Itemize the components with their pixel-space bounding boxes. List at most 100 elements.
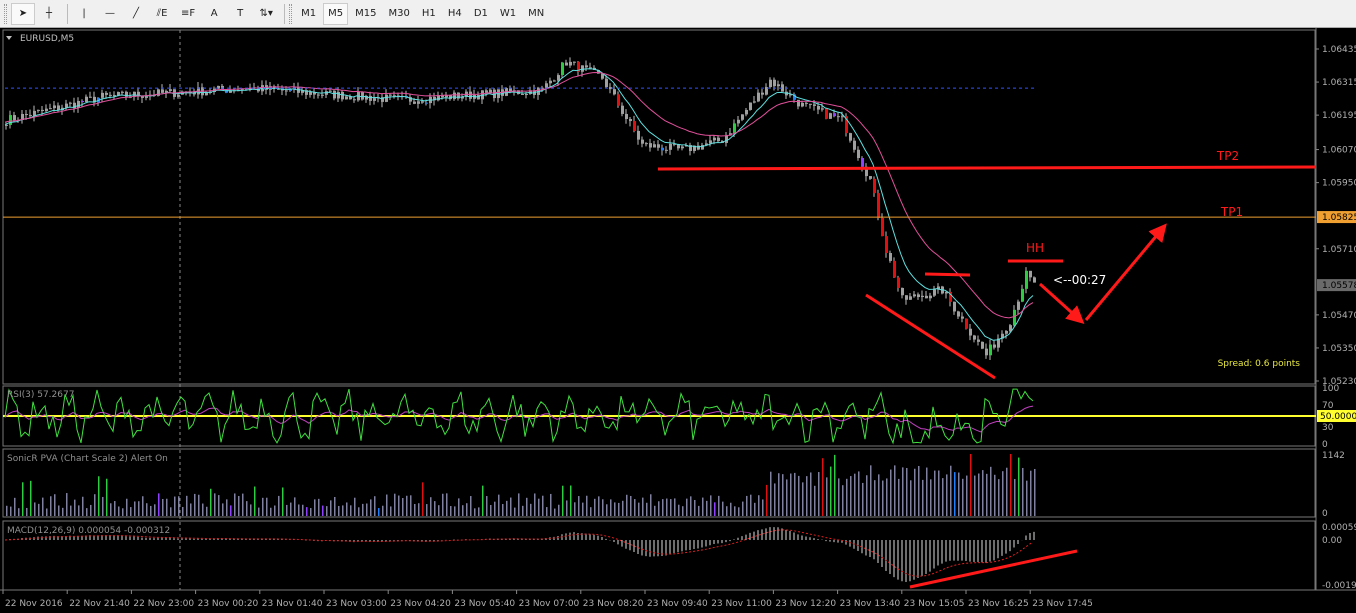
- candle-body: [921, 295, 924, 298]
- volume-bar: [918, 465, 920, 516]
- volume-bar: [782, 474, 784, 516]
- candle-body: [857, 149, 860, 159]
- candle-body: [817, 105, 820, 110]
- collapse-triangle-icon[interactable]: [6, 36, 12, 40]
- toolbar-grip[interactable]: [289, 3, 293, 24]
- volume-bar: [798, 475, 800, 516]
- macd-pane[interactable]: [2, 520, 1316, 591]
- candle-body: [85, 96, 88, 103]
- candle-body: [161, 89, 164, 93]
- chart-canvas[interactable]: TP2 TP1 HH <--00:27 Spread: 0.6 points 1.0643…: [0, 28, 1356, 613]
- volume-bar: [854, 473, 856, 516]
- toolbar-grip[interactable]: [4, 3, 7, 24]
- candle: [637, 125, 640, 145]
- candles: [5, 57, 1036, 360]
- time-tick-label: 23 Nov 00:20: [198, 599, 259, 609]
- candle-body: [733, 123, 736, 134]
- volume-bar: [630, 495, 632, 516]
- cursor-icon[interactable]: ➤: [11, 2, 35, 25]
- timeframe-m5-button[interactable]: M5: [323, 2, 349, 25]
- arrows-icon[interactable]: ⇅▾: [254, 3, 278, 25]
- trendline-icon[interactable]: ╱: [124, 3, 148, 25]
- volume-bar: [6, 505, 8, 516]
- candle: [753, 96, 756, 104]
- candle-body: [1005, 330, 1008, 334]
- candle-body: [41, 109, 44, 111]
- timeframe-m1-button[interactable]: M1: [296, 3, 321, 25]
- candle: [889, 250, 892, 263]
- timeframe-w1-button[interactable]: W1: [495, 3, 521, 25]
- fibonacci-icon[interactable]: ≡F: [176, 3, 200, 25]
- time-tick-label: 23 Nov 16:25: [968, 599, 1029, 609]
- candle: [577, 60, 580, 77]
- timeframe-d1-button[interactable]: D1: [469, 3, 493, 25]
- candle-body: [469, 91, 472, 99]
- price-tick-label: 1.05350: [1322, 344, 1356, 354]
- candle: [113, 91, 116, 100]
- candle-body: [1017, 301, 1020, 310]
- candle: [417, 95, 420, 109]
- candle-body: [569, 61, 572, 66]
- candle: [457, 92, 460, 101]
- volume-bar: [706, 500, 708, 516]
- candle: [873, 176, 876, 197]
- candle-body: [897, 277, 900, 288]
- volume-bar: [806, 476, 808, 516]
- volume-bar: [834, 454, 836, 516]
- candle: [1001, 330, 1004, 343]
- candle: [725, 132, 728, 147]
- volume-bar: [954, 472, 956, 516]
- candle: [373, 93, 376, 105]
- timeframe-h1-button[interactable]: H1: [417, 3, 441, 25]
- volume-bar: [238, 495, 240, 516]
- timeframe-m15-button[interactable]: M15: [350, 3, 381, 25]
- candle-body: [869, 176, 872, 179]
- volume-bar: [326, 506, 328, 516]
- timeframe-h4-button[interactable]: H4: [443, 3, 467, 25]
- volume-bar: [1034, 468, 1036, 516]
- volume-bar: [770, 471, 772, 516]
- text-icon[interactable]: A: [202, 3, 226, 25]
- volume-label: SonicR PVA (Chart Scale 2) Alert On: [7, 454, 168, 464]
- candle: [173, 89, 176, 100]
- volume-bar: [814, 485, 816, 516]
- candle-body: [321, 94, 324, 96]
- volume-bar: [10, 506, 12, 516]
- candle: [921, 290, 924, 302]
- volume-bar: [654, 505, 656, 516]
- volume-bar: [966, 475, 968, 516]
- price-tick-label: 1.06435: [1322, 45, 1356, 55]
- candle-body: [989, 344, 992, 356]
- horizontal-line-icon[interactable]: —: [98, 3, 122, 25]
- trendline-annotation[interactable]: [924, 272, 971, 277]
- timeframe-mn-button[interactable]: MN: [523, 3, 549, 25]
- candle: [893, 257, 896, 279]
- candle: [805, 101, 808, 107]
- time-tick-label: 23 Nov 04:20: [390, 599, 451, 609]
- arrow-down-annotation[interactable]: [1038, 282, 1085, 325]
- volume-bar: [774, 483, 776, 516]
- volume-bar: [394, 493, 396, 516]
- timeframe-m30-button[interactable]: M30: [384, 3, 415, 25]
- candle: [653, 140, 656, 148]
- candle-body: [353, 99, 356, 101]
- volume-bar: [874, 480, 876, 516]
- candle: [761, 88, 764, 99]
- equidistant-channel-icon[interactable]: ⫽E: [150, 3, 174, 25]
- volume-bar: [386, 494, 388, 516]
- vertical-line-icon[interactable]: |: [72, 3, 96, 25]
- candle-body: [829, 113, 832, 119]
- volume-bar: [294, 497, 296, 516]
- toolbar-separator: [284, 3, 286, 24]
- candle-body: [425, 102, 428, 104]
- price-tick-label: 1.06315: [1322, 78, 1356, 88]
- main-pane[interactable]: [2, 29, 1316, 385]
- crosshair-icon[interactable]: ┼: [37, 3, 61, 25]
- candle-body: [777, 84, 780, 87]
- text-label-icon[interactable]: T: [228, 3, 252, 25]
- candle-body: [605, 78, 608, 88]
- tp2-line[interactable]: [657, 165, 1317, 171]
- candle-body: [929, 295, 932, 299]
- volume-bar: [538, 498, 540, 516]
- chart-window[interactable]: TP2 TP1 HH <--00:27 Spread: 0.6 points 1.0643…: [0, 28, 1356, 613]
